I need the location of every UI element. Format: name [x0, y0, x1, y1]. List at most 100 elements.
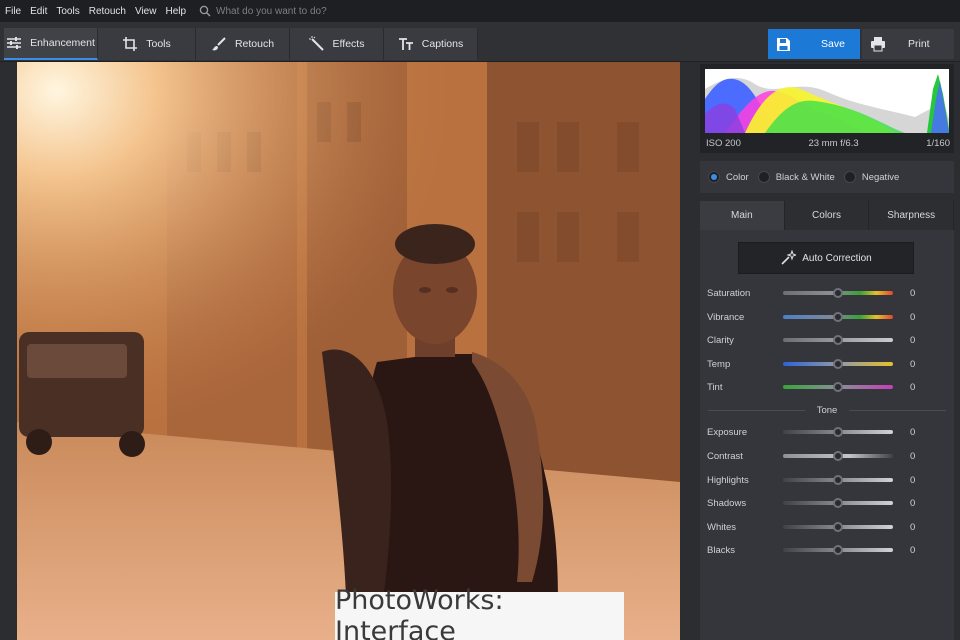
slider-contrast: Contrast 0 — [707, 449, 947, 463]
menu-file[interactable]: File — [5, 6, 21, 17]
clarity-track[interactable] — [783, 335, 893, 345]
tab-enhancement[interactable]: Enhancement — [4, 28, 98, 60]
slider-tint: Tint 0 — [707, 380, 947, 394]
tab-effects[interactable]: Effects — [290, 28, 384, 60]
menu-bar: File Edit Tools Retouch View Help What d… — [0, 0, 960, 22]
slider-thumb[interactable] — [833, 427, 843, 437]
slider-label: Clarity — [707, 334, 734, 346]
tone-label: Tone — [816, 404, 838, 416]
slider-value: 0 — [910, 358, 916, 370]
slider-thumb[interactable] — [833, 522, 843, 532]
slider-exposure: Exposure 0 — [707, 425, 947, 439]
slider-thumb[interactable] — [833, 498, 843, 508]
slider-highlights: Highlights 0 — [707, 473, 947, 487]
slider-value: 0 — [910, 426, 916, 438]
tab-tools[interactable]: Tools — [98, 28, 196, 60]
slider-thumb[interactable] — [833, 475, 843, 485]
slider-label: Whites — [707, 521, 737, 533]
tab-retouch[interactable]: Retouch — [196, 28, 290, 60]
slider-thumb[interactable] — [833, 545, 843, 555]
slider-label: Exposure — [707, 426, 748, 438]
slider-label: Shadows — [707, 497, 747, 509]
search-placeholder: What do you want to do? — [216, 5, 327, 17]
slider-value: 0 — [910, 474, 916, 486]
slider-shadows: Shadows 0 — [707, 496, 947, 510]
slider-thumb[interactable] — [833, 335, 843, 345]
print-label: Print — [908, 38, 930, 50]
slider-label: Highlights — [707, 474, 749, 486]
highlights-track[interactable] — [783, 475, 893, 485]
print-button[interactable]: Print — [862, 29, 954, 59]
tab-tools-label: Tools — [146, 38, 171, 50]
tab-retouch-label: Retouch — [234, 38, 275, 50]
iso-value: ISO 200 — [706, 138, 741, 149]
adjust-tabs: Main Colors Sharpness — [700, 201, 955, 230]
slider-value: 0 — [910, 544, 916, 556]
menu-view[interactable]: View — [135, 6, 157, 17]
slider-saturation: Saturation 0 — [707, 286, 947, 300]
slider-thumb[interactable] — [833, 288, 843, 298]
watermark-caption: PhotoWorks: Interface — [335, 585, 624, 640]
crop-icon — [123, 37, 138, 51]
exposure-track[interactable] — [783, 427, 893, 437]
contrast-track[interactable] — [783, 451, 893, 461]
tone-section-header: Tone — [708, 403, 947, 417]
menu-help[interactable]: Help — [165, 6, 186, 17]
color-mode-group: Color Black & White Negative — [700, 161, 954, 193]
tab-colors[interactable]: Colors — [784, 201, 870, 230]
shadows-track[interactable] — [783, 498, 893, 508]
tint-track[interactable] — [783, 382, 893, 392]
exif-row: ISO 200 23 mm f/6.3 1/160 — [706, 138, 950, 149]
slider-label: Temp — [707, 358, 731, 370]
auto-correction-button[interactable]: Auto Correction — [738, 242, 914, 274]
radio-color[interactable]: Color — [708, 171, 749, 183]
radio-black-white[interactable]: Black & White — [757, 171, 835, 183]
menu-tools[interactable]: Tools — [56, 6, 79, 17]
image-canvas[interactable] — [0, 62, 694, 640]
slider-value: 0 — [910, 311, 916, 323]
slider-thumb[interactable] — [833, 312, 843, 322]
slider-label: Tint — [707, 381, 723, 393]
slider-thumb[interactable] — [833, 382, 843, 392]
slider-label: Saturation — [707, 287, 751, 299]
adjustments-panel: Main Colors Sharpness Auto Correction Sa… — [700, 201, 955, 640]
photo-illustration — [17, 62, 680, 640]
magic-wand-icon — [781, 250, 797, 265]
radio-dot — [843, 171, 856, 183]
save-label: Save — [821, 38, 845, 50]
slider-whites: Whites 0 — [707, 520, 947, 534]
radio-negative[interactable]: Negative — [843, 171, 899, 183]
slider-value: 0 — [910, 287, 916, 299]
tab-effects-label: Effects — [332, 38, 365, 50]
temp-track[interactable] — [783, 359, 893, 369]
divider — [708, 409, 805, 411]
slider-label: Vibrance — [707, 311, 745, 323]
slider-thumb[interactable] — [833, 451, 843, 461]
sliders-icon — [7, 37, 22, 49]
tab-sharpness[interactable]: Sharpness — [869, 201, 955, 230]
tab-captions[interactable]: Captions — [384, 28, 478, 60]
slider-thumb[interactable] — [833, 359, 843, 369]
saturation-track[interactable] — [783, 288, 893, 298]
save-button[interactable]: Save — [768, 29, 860, 59]
photo-preview[interactable] — [17, 62, 680, 640]
slider-label: Blacks — [707, 544, 735, 556]
histogram-graph — [705, 69, 949, 133]
printer-icon — [871, 37, 885, 52]
slider-value: 0 — [910, 521, 916, 533]
menu-retouch[interactable]: Retouch — [89, 6, 126, 17]
whites-track[interactable] — [783, 522, 893, 532]
shutter-value: 1/160 — [926, 138, 950, 149]
vibrance-track[interactable] — [783, 312, 893, 322]
right-panel: ISO 200 23 mm f/6.3 1/160 Color Black & … — [696, 62, 960, 640]
search-icon — [199, 5, 211, 17]
radio-dot-selected — [708, 171, 720, 183]
menu-edit[interactable]: Edit — [30, 6, 47, 17]
blacks-track[interactable] — [783, 545, 893, 555]
command-search[interactable]: What do you want to do? — [199, 5, 327, 17]
tab-main[interactable]: Main — [700, 201, 785, 230]
slider-value: 0 — [910, 450, 916, 462]
divider — [849, 409, 947, 411]
slider-value: 0 — [910, 381, 916, 393]
radio-black-white-label: Black & White — [775, 171, 835, 183]
